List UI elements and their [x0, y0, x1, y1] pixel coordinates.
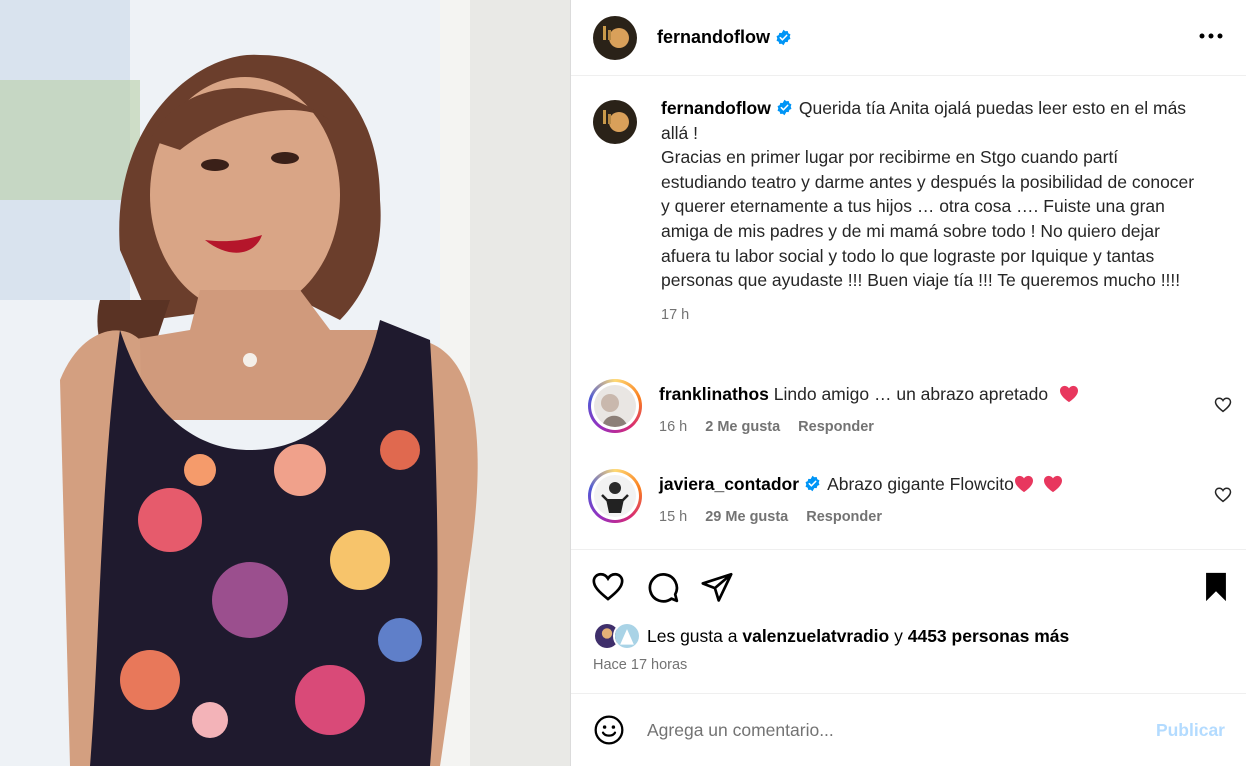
comment-like-heart-icon[interactable] — [1214, 396, 1232, 414]
author-username[interactable]: fernandoflow — [657, 27, 770, 48]
heart-emoji-icon — [1043, 475, 1062, 493]
comment-icon[interactable] — [646, 570, 680, 604]
caption-author-avatar[interactable] — [593, 100, 637, 144]
author-avatar[interactable] — [593, 15, 637, 60]
heart-emoji-icon — [1060, 385, 1078, 403]
likes-user[interactable]: valenzuelatvradio — [742, 626, 889, 647]
comment-timestamp[interactable]: 15 h — [659, 509, 687, 525]
emoji-icon[interactable] — [593, 714, 625, 746]
caption-timestamp[interactable]: 17 h — [661, 303, 1201, 328]
commenter-avatar[interactable] — [588, 379, 642, 433]
comment-timestamp[interactable]: 16 h — [659, 419, 687, 435]
comment-like-heart-icon[interactable] — [1214, 486, 1232, 504]
comment-text: Abrazo gigante Flowcito — [827, 474, 1014, 494]
photo-illustration — [0, 0, 570, 766]
comment-likes-count[interactable]: 29 Me gusta — [705, 509, 788, 525]
heart-emoji-icon — [1014, 475, 1033, 493]
verified-badge-icon — [776, 29, 791, 46]
comment-likes-count[interactable]: 2 Me gusta — [705, 419, 780, 435]
likes-summary: Les gusta a valenzuelatvradio y 4453 per… — [593, 622, 1069, 650]
post-photo[interactable] — [0, 0, 570, 766]
heart-icon[interactable] — [591, 570, 625, 604]
caption-text: Querida tía Anita ojalá puedas leer esto… — [661, 98, 1195, 291]
comment-input[interactable] — [647, 719, 1127, 741]
comment-text: Lindo amigo … un abrazo apretado — [773, 384, 1049, 404]
post-time-ago[interactable]: Hace 17 horas — [593, 657, 687, 673]
likes-connector: y — [894, 625, 903, 646]
comment-username[interactable]: javiera_contador — [659, 474, 799, 494]
comment-reply-button[interactable]: Responder — [798, 419, 874, 435]
verified-badge-icon — [777, 99, 792, 116]
add-comment-bar: Publicar — [571, 693, 1246, 766]
bookmark-filled-icon[interactable] — [1199, 570, 1233, 604]
more-options-icon[interactable] — [1197, 24, 1225, 48]
comment-username[interactable]: franklinathos — [659, 384, 769, 404]
comment-reply-button[interactable]: Responder — [806, 509, 882, 525]
post-header: fernandoflow — [571, 0, 1246, 76]
verified-badge-icon — [805, 475, 820, 492]
likes-others[interactable]: 4453 personas más — [908, 626, 1070, 647]
comment-item: javiera_contador Abrazo gigante Flowcito … — [588, 469, 1228, 525]
post-action-bar — [571, 549, 1246, 619]
post-side-panel: fernandoflow fernandoflow Querida tía An… — [570, 0, 1246, 766]
commenter-avatar[interactable] — [588, 469, 642, 523]
publish-button[interactable]: Publicar — [1156, 720, 1225, 741]
caption-username[interactable]: fernandoflow — [661, 98, 771, 118]
share-icon[interactable] — [700, 570, 734, 604]
liker-avatars[interactable] — [593, 622, 641, 650]
post-caption: fernandoflow Querida tía Anita ojalá pued… — [593, 96, 1223, 327]
likes-prefix: Les gusta a — [647, 625, 738, 646]
comment-item: franklinathos Lindo amigo … un abrazo ap… — [588, 379, 1228, 435]
